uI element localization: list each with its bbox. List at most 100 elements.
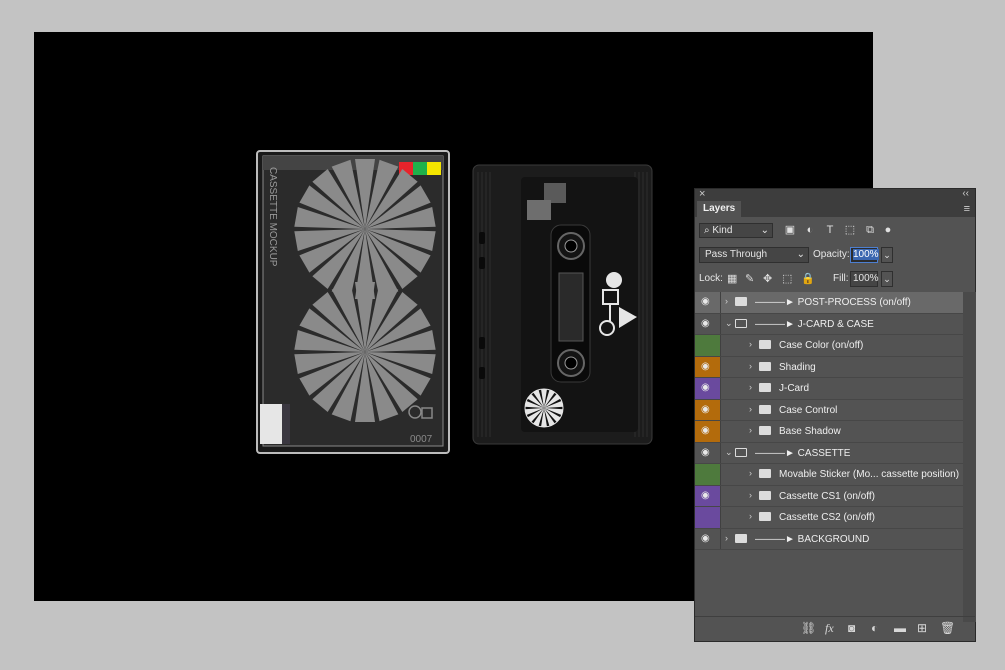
- folder-icon: [759, 426, 771, 435]
- layer-name: ———► POST-PROCESS (on/off): [755, 297, 911, 308]
- link-icon[interactable]: ⛓: [801, 621, 816, 635]
- layer-visibility-toggle[interactable]: ◉: [695, 399, 720, 420]
- eye-icon: ◉: [701, 360, 710, 372]
- folder-icon: [735, 447, 747, 457]
- lock-pixels-icon[interactable]: ✎: [745, 272, 754, 285]
- mask-icon[interactable]: ◙: [848, 621, 855, 635]
- filter-smartobject-icon[interactable]: ⧉: [863, 223, 877, 237]
- layer-visibility-toggle[interactable]: ◉: [695, 292, 720, 313]
- layer-row[interactable]: ◉ › Case Control: [695, 399, 963, 421]
- filter-pixel-icon[interactable]: ▣: [783, 223, 797, 237]
- layer-divider: [720, 507, 721, 528]
- lock-artboard-icon[interactable]: ⬚: [782, 272, 792, 285]
- filter-toggle-icon[interactable]: ●: [881, 223, 895, 237]
- layer-name: J-Card: [779, 383, 810, 394]
- layer-name: ———► BACKGROUND: [755, 533, 870, 545]
- layer-visibility-toggle[interactable]: ◉: [695, 356, 720, 377]
- layer-visibility-toggle[interactable]: ◉: [695, 421, 720, 442]
- layer-visibility-toggle[interactable]: [695, 464, 720, 485]
- blend-mode-value: Pass Through: [705, 249, 768, 260]
- folder-icon: [759, 469, 771, 478]
- layer-visibility-toggle[interactable]: [695, 507, 720, 528]
- chevron-right-icon[interactable]: ›: [749, 468, 752, 478]
- layer-row[interactable]: › Case Color (on/off): [695, 335, 963, 357]
- opacity-dropdown-button[interactable]: ⌄: [881, 247, 893, 263]
- jcard-code: 0007: [410, 434, 433, 445]
- chevron-down-icon[interactable]: ⌄: [725, 318, 733, 329]
- chevron-down-icon: ⌄: [796, 249, 805, 260]
- filter-adjustment-icon[interactable]: ◐: [803, 223, 817, 237]
- layer-row[interactable]: ◉ › J-Card: [695, 378, 963, 400]
- eye-icon: ◉: [701, 382, 710, 393]
- lock-row: Lock: ▦ ✎ ✥ ⬚ 🔒 Fill: 100% ⌄: [695, 269, 975, 289]
- fill-input[interactable]: 100%: [850, 271, 879, 287]
- close-icon[interactable]: ×: [699, 188, 705, 200]
- cassette: [472, 164, 653, 445]
- folder-icon: [735, 533, 747, 543]
- layer-row[interactable]: ◉ ⌄ ———► CASSETTE: [695, 442, 963, 464]
- chevron-right-icon[interactable]: ›: [749, 382, 752, 392]
- layer-row[interactable]: ◉ › Cassette CS1 (on/off): [695, 485, 963, 507]
- lock-transparency-icon[interactable]: ▦: [727, 272, 737, 285]
- layer-row[interactable]: ◉ › ———► BACKGROUND: [695, 528, 963, 550]
- layers-panel: × ‹‹ Layers ≡ ⌕ Kind ⌄ ▣ ◐ T ⬚ ⧉ ● Pass …: [694, 188, 976, 642]
- layer-visibility-toggle[interactable]: ◉: [695, 378, 720, 399]
- filter-shape-icon[interactable]: ⬚: [843, 223, 857, 237]
- filter-type-icon[interactable]: T: [823, 223, 837, 237]
- chevron-down-icon: ⌄: [760, 225, 769, 236]
- panel-footer: ⛓ fx ◙ ◐ ▬ ⊞ 🗑: [695, 616, 975, 641]
- fx-icon[interactable]: fx: [825, 621, 834, 636]
- filter-kind-select[interactable]: ⌕ Kind ⌄: [699, 223, 773, 238]
- chevron-right-icon[interactable]: ›: [725, 533, 728, 543]
- collapse-icon[interactable]: ‹‹: [962, 188, 969, 199]
- layer-visibility-toggle[interactable]: ◉: [695, 314, 720, 335]
- fill-label: Fill:: [833, 273, 849, 284]
- new-group-icon[interactable]: ▬: [894, 621, 906, 635]
- eye-icon: ◉: [701, 446, 710, 458]
- layer-divider: [720, 442, 721, 463]
- chevron-right-icon[interactable]: ›: [749, 404, 752, 414]
- layer-divider: [720, 335, 721, 356]
- blend-mode-select[interactable]: Pass Through ⌄: [699, 247, 809, 263]
- layer-list-scrollbar[interactable]: [963, 292, 976, 622]
- color-swatch-yellow: [427, 162, 441, 175]
- layer-name: Base Shadow: [779, 426, 841, 437]
- layer-row[interactable]: ◉ ⌄ ———► J-CARD & CASE: [695, 313, 963, 335]
- layer-row[interactable]: ◉ › Shading: [695, 356, 963, 378]
- chevron-down-icon[interactable]: ⌄: [725, 447, 733, 458]
- layer-name: Shading: [779, 361, 816, 373]
- chevron-right-icon[interactable]: ›: [725, 296, 728, 306]
- panel-menu-icon[interactable]: ≡: [964, 203, 970, 215]
- chevron-right-icon[interactable]: ›: [749, 339, 752, 349]
- chevron-right-icon[interactable]: ›: [749, 511, 752, 521]
- layer-divider: [720, 421, 721, 442]
- layer-row[interactable]: › Cassette CS2 (on/off): [695, 507, 963, 529]
- lock-label: Lock:: [699, 273, 723, 284]
- chevron-right-icon[interactable]: ›: [749, 425, 752, 435]
- chevron-right-icon[interactable]: ›: [749, 361, 752, 371]
- layer-visibility-toggle[interactable]: ◉: [695, 529, 720, 550]
- chevron-right-icon[interactable]: ›: [749, 490, 752, 500]
- trash-icon[interactable]: 🗑: [940, 621, 955, 635]
- lock-all-icon[interactable]: 🔒: [801, 272, 815, 285]
- layer-row[interactable]: ◉ › ———► POST-PROCESS (on/off): [695, 292, 963, 314]
- eye-icon: ◉: [701, 425, 710, 436]
- opacity-input[interactable]: 100%: [850, 247, 879, 263]
- lock-position-icon[interactable]: ✥: [763, 272, 772, 285]
- tab-layers[interactable]: Layers: [697, 201, 742, 217]
- search-icon: ⌕: [704, 225, 710, 236]
- adjustment-icon[interactable]: ◐: [871, 621, 878, 635]
- layer-visibility-toggle[interactable]: ◉: [695, 443, 720, 464]
- color-swatch-green: [413, 162, 427, 175]
- folder-icon: [759, 383, 771, 392]
- fill-dropdown-button[interactable]: ⌄: [881, 271, 893, 287]
- layer-visibility-toggle[interactable]: [695, 335, 720, 356]
- new-layer-icon[interactable]: ⊞: [917, 621, 927, 635]
- layer-visibility-toggle[interactable]: ◉: [695, 485, 720, 506]
- layer-name: Cassette CS1 (on/off): [779, 490, 875, 502]
- layer-name: Movable Sticker (Mo... cassette position…: [779, 469, 960, 480]
- layer-row[interactable]: › Movable Sticker (Mo... cassette positio…: [695, 464, 963, 486]
- folder-icon: [759, 404, 771, 414]
- layer-row[interactable]: ◉ › Base Shadow: [695, 421, 963, 443]
- folder-icon: [759, 490, 771, 500]
